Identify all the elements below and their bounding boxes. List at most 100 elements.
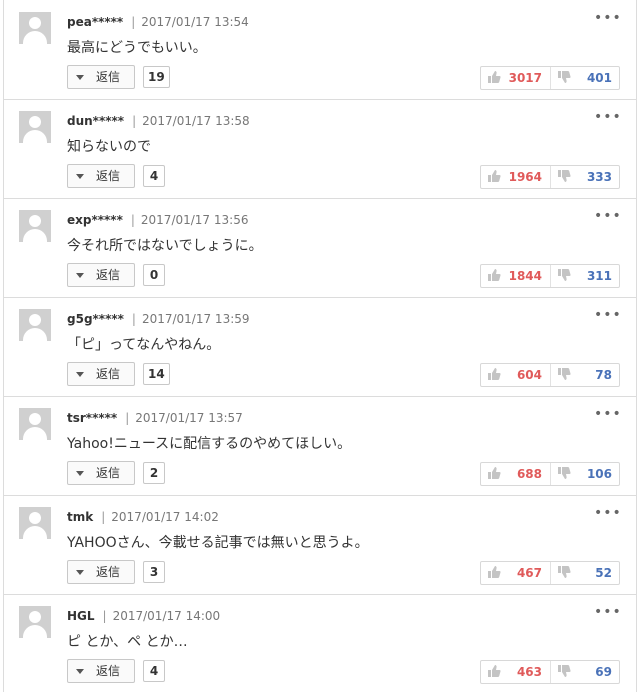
meta-separator: | bbox=[125, 411, 130, 425]
reply-button[interactable]: 返信 bbox=[67, 560, 135, 584]
thumbs-up-icon bbox=[488, 71, 501, 83]
more-horizontal-icon[interactable]: ••• bbox=[594, 209, 622, 223]
dislike-button[interactable]: 333 bbox=[550, 166, 620, 188]
like-button[interactable]: 463 bbox=[481, 661, 550, 683]
dislike-count: 78 bbox=[595, 368, 612, 382]
thumbs-up-icon bbox=[488, 368, 501, 380]
like-button[interactable]: 1844 bbox=[481, 265, 550, 287]
avatar-icon[interactable] bbox=[19, 606, 51, 638]
like-count: 1844 bbox=[508, 269, 542, 283]
comment-meta: pea***** | 2017/01/17 13:54 bbox=[67, 14, 249, 30]
vote-buttons: 688 106 bbox=[480, 462, 620, 486]
reply-count: 4 bbox=[143, 165, 165, 187]
username[interactable]: tmk bbox=[67, 510, 93, 524]
comment-item: tmk | 2017/01/17 14:02 ••• YAHOOさん、今載せる記事で… bbox=[4, 495, 636, 595]
avatar-icon[interactable] bbox=[19, 12, 51, 44]
caret-down-icon bbox=[76, 471, 84, 476]
thumbs-up-icon bbox=[488, 269, 501, 281]
dislike-count: 333 bbox=[586, 170, 612, 184]
caret-down-icon bbox=[76, 75, 84, 80]
meta-separator: | bbox=[131, 312, 136, 326]
username[interactable]: dun***** bbox=[67, 114, 124, 128]
reply-count: 2 bbox=[143, 462, 165, 484]
like-button[interactable]: 467 bbox=[481, 562, 550, 584]
reply-count: 19 bbox=[143, 66, 170, 88]
vote-buttons: 463 69 bbox=[480, 660, 620, 684]
more-horizontal-icon[interactable]: ••• bbox=[594, 308, 622, 322]
more-horizontal-icon[interactable]: ••• bbox=[594, 605, 622, 619]
comment-item: exp***** | 2017/01/17 13:56 ••• 今それ所ではないでし… bbox=[4, 198, 636, 298]
meta-separator: | bbox=[130, 213, 135, 227]
dislike-button[interactable]: 311 bbox=[550, 265, 620, 287]
meta-separator: | bbox=[131, 15, 136, 29]
dislike-button[interactable]: 401 bbox=[550, 67, 620, 89]
more-horizontal-icon[interactable]: ••• bbox=[594, 110, 622, 124]
avatar-icon[interactable] bbox=[19, 507, 51, 539]
dislike-count: 311 bbox=[586, 269, 612, 283]
timestamp: 2017/01/17 13:57 bbox=[135, 411, 243, 425]
like-button[interactable]: 3017 bbox=[481, 67, 550, 89]
comment-text: YAHOOさん、今載せる記事では無いと思うよ。 bbox=[67, 535, 369, 551]
reply-button[interactable]: 返信 bbox=[67, 164, 135, 188]
reply-count: 14 bbox=[143, 363, 170, 385]
username[interactable]: pea***** bbox=[67, 15, 123, 29]
thumbs-up-icon bbox=[488, 467, 501, 479]
caret-down-icon bbox=[76, 174, 84, 179]
reply-button[interactable]: 返信 bbox=[67, 263, 135, 287]
timestamp: 2017/01/17 13:54 bbox=[141, 15, 249, 29]
thumbs-down-icon bbox=[558, 368, 571, 380]
comment-item: HGL | 2017/01/17 14:00 ••• ピ とか、ペ とか… 返信 4… bbox=[4, 594, 636, 693]
meta-separator: | bbox=[102, 609, 107, 623]
username[interactable]: HGL bbox=[67, 609, 95, 623]
dislike-count: 69 bbox=[595, 665, 612, 679]
reply-label: 返信 bbox=[96, 268, 121, 282]
reply-count: 3 bbox=[143, 561, 165, 583]
like-count: 467 bbox=[516, 566, 542, 580]
avatar-icon[interactable] bbox=[19, 210, 51, 242]
thumbs-down-icon bbox=[558, 566, 571, 578]
dislike-button[interactable]: 69 bbox=[550, 661, 620, 683]
username[interactable]: exp***** bbox=[67, 213, 123, 227]
more-horizontal-icon[interactable]: ••• bbox=[594, 506, 622, 520]
avatar-icon[interactable] bbox=[19, 309, 51, 341]
username[interactable]: tsr***** bbox=[67, 411, 117, 425]
username[interactable]: g5g***** bbox=[67, 312, 124, 326]
reply-button[interactable]: 返信 bbox=[67, 362, 135, 386]
reply-button[interactable]: 返信 bbox=[67, 461, 135, 485]
comment-text: 今それ所ではないでしょうに。 bbox=[67, 238, 263, 254]
comment-meta: dun***** | 2017/01/17 13:58 bbox=[67, 113, 250, 129]
dislike-count: 106 bbox=[586, 467, 612, 481]
reply-label: 返信 bbox=[96, 169, 121, 183]
vote-buttons: 1964 333 bbox=[480, 165, 620, 189]
dislike-button[interactable]: 52 bbox=[550, 562, 620, 584]
like-button[interactable]: 1964 bbox=[481, 166, 550, 188]
thumbs-down-icon bbox=[558, 71, 571, 83]
dislike-button[interactable]: 78 bbox=[550, 364, 620, 386]
dislike-count: 52 bbox=[595, 566, 612, 580]
timestamp: 2017/01/17 13:56 bbox=[140, 213, 249, 227]
reply-label: 返信 bbox=[96, 70, 121, 84]
reply-label: 返信 bbox=[96, 466, 121, 480]
more-horizontal-icon[interactable]: ••• bbox=[594, 407, 622, 421]
reply-button[interactable]: 返信 bbox=[67, 65, 135, 89]
dislike-button[interactable]: 106 bbox=[550, 463, 620, 485]
reply-button[interactable]: 返信 bbox=[67, 659, 135, 683]
thumbs-down-icon bbox=[558, 170, 571, 182]
like-button[interactable]: 604 bbox=[481, 364, 550, 386]
timestamp: 2017/01/17 14:00 bbox=[112, 609, 221, 623]
avatar-icon[interactable] bbox=[19, 408, 51, 440]
like-button[interactable]: 688 bbox=[481, 463, 550, 485]
timestamp: 2017/01/17 14:02 bbox=[111, 510, 219, 524]
comment-item: tsr***** | 2017/01/17 13:57 ••• Yahoo!ニュース… bbox=[4, 396, 636, 496]
thumbs-down-icon bbox=[558, 269, 571, 281]
reply-label: 返信 bbox=[96, 367, 121, 381]
vote-buttons: 3017 401 bbox=[480, 66, 620, 90]
meta-separator: | bbox=[101, 510, 106, 524]
vote-buttons: 604 78 bbox=[480, 363, 620, 387]
avatar-icon[interactable] bbox=[19, 111, 51, 143]
comment-meta: HGL | 2017/01/17 14:00 bbox=[67, 608, 220, 624]
comment-meta: g5g***** | 2017/01/17 13:59 bbox=[67, 311, 250, 327]
more-horizontal-icon[interactable]: ••• bbox=[594, 11, 622, 25]
thumbs-down-icon bbox=[558, 467, 571, 479]
dislike-count: 401 bbox=[586, 71, 612, 85]
